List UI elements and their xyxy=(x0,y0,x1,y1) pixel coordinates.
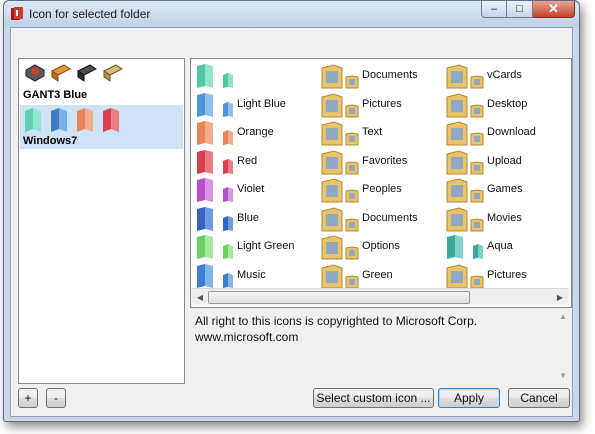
select-custom-icon-button[interactable]: Select custom icon ... xyxy=(313,388,434,408)
win7-folder-orange-icon xyxy=(77,108,93,132)
horizontal-scrollbar[interactable]: ◀ ▶ xyxy=(191,288,569,305)
icon-grid-item[interactable]: Download xyxy=(443,117,567,146)
window-title: Icon for selected folder xyxy=(29,7,151,21)
minimize-button[interactable]: – xyxy=(481,1,507,18)
cancel-button[interactable]: Cancel xyxy=(508,388,570,408)
caption-buttons: – □ ✕ xyxy=(481,1,575,18)
icon-grid-item-label: Games xyxy=(487,183,523,195)
icon-grid-item-label: Light Blue xyxy=(237,97,286,110)
scroll-up-arrow-icon[interactable]: ▲ xyxy=(559,312,567,321)
icon-grid-item-label: Download xyxy=(487,126,536,138)
icon-grid-item[interactable]: Documents xyxy=(318,60,442,89)
icon-grid-item[interactable]: Pictures xyxy=(443,260,567,288)
icon-grid-item-label: Light Green xyxy=(237,240,295,252)
gant-drive-orange-icon xyxy=(51,64,71,82)
icon-grid-item-label: Aqua xyxy=(487,240,513,252)
theme-name: Windows7 xyxy=(23,135,78,147)
theme-item-windows7[interactable]: Windows7 xyxy=(20,105,183,149)
apply-button[interactable]: Apply xyxy=(438,388,500,408)
icon-grid-item-label: Blue xyxy=(237,211,260,224)
website-text: www.microsoft.com xyxy=(195,330,299,344)
icon-grid-item[interactable]: Games xyxy=(443,174,567,203)
icon-grid-item[interactable]: Light Blue xyxy=(193,89,317,117)
icon-grid-item[interactable]: Options xyxy=(318,231,442,260)
icon-grid-item-label: Text xyxy=(362,126,383,138)
icon-grid-item-label: Pictures xyxy=(487,268,527,281)
icon-grid-item-label: Red xyxy=(237,154,258,167)
icon-grid-item[interactable]: vCards xyxy=(443,60,567,89)
dialog-window: Icon for selected folder – □ ✕ GANT3 Blu… xyxy=(3,0,580,422)
icon-grid-item[interactable]: Peoples xyxy=(318,174,442,203)
icon-grid-item[interactable]: Text xyxy=(318,117,442,146)
icon-grid-item[interactable]: Upload xyxy=(443,146,567,174)
scrollbar-thumb[interactable] xyxy=(208,291,470,304)
icon-grid-item-label: Documents xyxy=(362,211,418,224)
icon-grid-item-label: Peoples xyxy=(362,183,402,195)
theme-name: GANT3 Blue xyxy=(23,89,88,101)
win7-folder-blue-icon xyxy=(51,108,67,132)
icon-grid-item[interactable]: Violet xyxy=(193,174,317,202)
icon-grid-item[interactable]: Desktop xyxy=(443,89,567,117)
theme-list[interactable]: GANT3 Blue Windows7 xyxy=(18,58,185,384)
maximize-button[interactable]: □ xyxy=(507,1,533,18)
icon-grid-item[interactable]: Orange xyxy=(193,117,317,145)
icon-grid-item-label: Desktop xyxy=(487,97,528,110)
icon-grid-item-label: Favorites xyxy=(362,154,408,167)
icon-grid-item-label: vCards xyxy=(487,69,522,81)
gant-drive-tan-icon xyxy=(103,64,123,82)
add-theme-button[interactable]: + xyxy=(18,388,38,408)
title-bar[interactable]: Icon for selected folder – □ ✕ xyxy=(4,1,579,27)
win7-folder-red-icon xyxy=(103,108,119,132)
icon-grid-item-label: Documents xyxy=(362,69,418,81)
remove-theme-button[interactable]: - xyxy=(46,388,66,408)
icon-grid-item-label: Green xyxy=(362,268,393,281)
gant-drive-black-icon xyxy=(77,64,97,82)
close-button[interactable]: ✕ xyxy=(533,1,575,18)
theme-preview-icons xyxy=(23,61,125,85)
icon-grid-item[interactable]: Pictures xyxy=(318,89,442,117)
dialog-client-area: GANT3 Blue Windows7 Documents vCards Lig… xyxy=(10,27,573,417)
description-area: All right to this icons is copyrighted t… xyxy=(190,310,570,382)
scroll-left-arrow-icon[interactable]: ◀ xyxy=(192,289,208,305)
copyright-text: All right to this icons is copyrighted t… xyxy=(195,314,478,328)
icon-grid-item-label: Movies xyxy=(487,211,522,224)
scroll-down-arrow-icon[interactable]: ▼ xyxy=(559,371,567,380)
icon-grid-item-label: Pictures xyxy=(362,97,402,110)
icon-grid-item-label: Orange xyxy=(237,126,274,138)
icon-grid-item-label: Violet xyxy=(237,183,265,195)
icon-grid-item[interactable]: Music xyxy=(193,260,317,288)
icon-grid-item[interactable]: Red xyxy=(193,146,317,174)
icon-grid-item[interactable]: Blue xyxy=(193,203,317,231)
icon-grid-item-label: Upload xyxy=(487,154,522,167)
icon-grid[interactable]: Documents vCards Light Blue Pictures Desktop… xyxy=(190,58,572,308)
icon-grid-item[interactable]: Green xyxy=(318,260,442,288)
theme-item-gant3-blue[interactable]: GANT3 Blue xyxy=(20,59,183,103)
icon-grid-item[interactable]: Light Green xyxy=(193,231,317,259)
icon-grid-item[interactable]: Aqua xyxy=(443,231,567,259)
icon-grid-item-label: Music xyxy=(237,268,266,281)
gant-drive-red-icon xyxy=(25,64,45,82)
icon-grid-item-label: Options xyxy=(362,240,400,252)
icon-grid-item[interactable]: Documents xyxy=(318,203,442,231)
icon-grid-item[interactable]: Favorites xyxy=(318,146,442,174)
icon-grid-item[interactable]: Movies xyxy=(443,203,567,231)
theme-preview-icons xyxy=(23,107,121,133)
app-icon xyxy=(11,7,23,20)
win7-folder-teal-icon xyxy=(25,108,41,132)
scroll-right-arrow-icon[interactable]: ▶ xyxy=(552,289,568,305)
icon-grid-item[interactable] xyxy=(193,60,317,88)
